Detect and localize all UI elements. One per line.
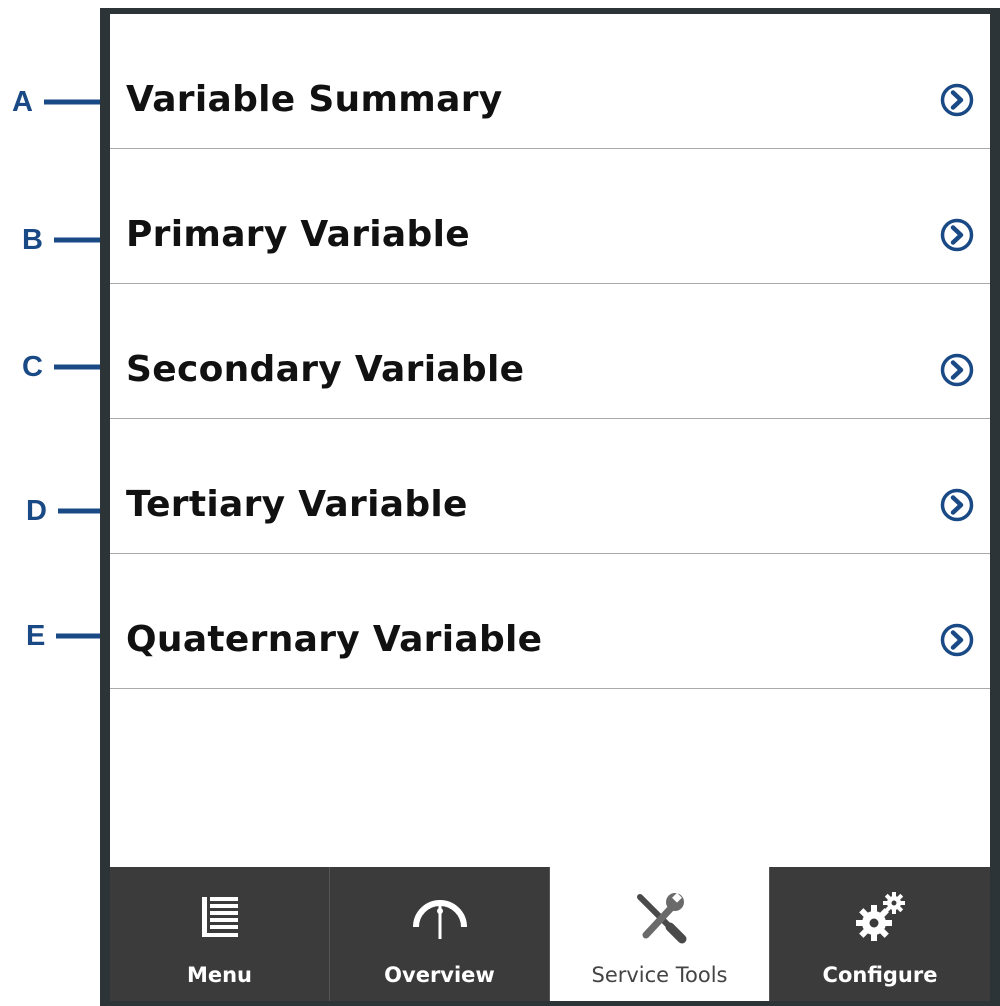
callout-letter: A [12, 86, 33, 118]
menu-item-secondary-variable[interactable]: Secondary Variable [110, 284, 990, 419]
tab-configure[interactable]: Configure [770, 867, 990, 1001]
menu-list: Variable Summary Primary Variable Second… [110, 14, 990, 689]
device-frame: Variable Summary Primary Variable Second… [100, 8, 1000, 1006]
gears-icon [856, 892, 905, 941]
menu-item-tertiary-variable[interactable]: Tertiary Variable [110, 419, 990, 554]
tab-label: Configure [822, 963, 938, 987]
menu-item-label: Quaternary Variable [126, 619, 543, 660]
bottom-tab-bar: Menu Overview Service Tools Configure [110, 867, 990, 1001]
menu-item-label: Primary Variable [126, 214, 470, 255]
menu-item-primary-variable[interactable]: Primary Variable [110, 149, 990, 284]
device-screen: Variable Summary Primary Variable Second… [110, 14, 990, 1001]
menu-item-label: Tertiary Variable [126, 484, 468, 525]
menu-item-label: Secondary Variable [126, 349, 525, 390]
callout-letter: B [22, 224, 43, 256]
menu-list-icon [201, 897, 238, 937]
chevron-right-icon [940, 218, 974, 252]
chevron-right-icon [940, 353, 974, 387]
tools-icon [636, 892, 686, 944]
callout-letter: E [26, 620, 46, 652]
tab-label: Service Tools [591, 963, 728, 987]
tab-overview[interactable]: Overview [330, 867, 550, 1001]
gauge-icon [412, 900, 467, 939]
tab-label: Overview [384, 963, 495, 987]
menu-item-label: Variable Summary [126, 79, 503, 120]
callout-letter: D [26, 495, 47, 527]
chevron-right-icon [940, 83, 974, 117]
tab-service-tools[interactable]: Service Tools [550, 867, 770, 1001]
chevron-right-icon [940, 488, 974, 522]
menu-item-quaternary-variable[interactable]: Quaternary Variable [110, 554, 990, 689]
chevron-right-icon [940, 623, 974, 657]
tab-menu[interactable]: Menu [110, 867, 330, 1001]
menu-item-variable-summary[interactable]: Variable Summary [110, 14, 990, 149]
callout-letter: C [22, 351, 43, 383]
tab-label: Menu [186, 963, 253, 987]
